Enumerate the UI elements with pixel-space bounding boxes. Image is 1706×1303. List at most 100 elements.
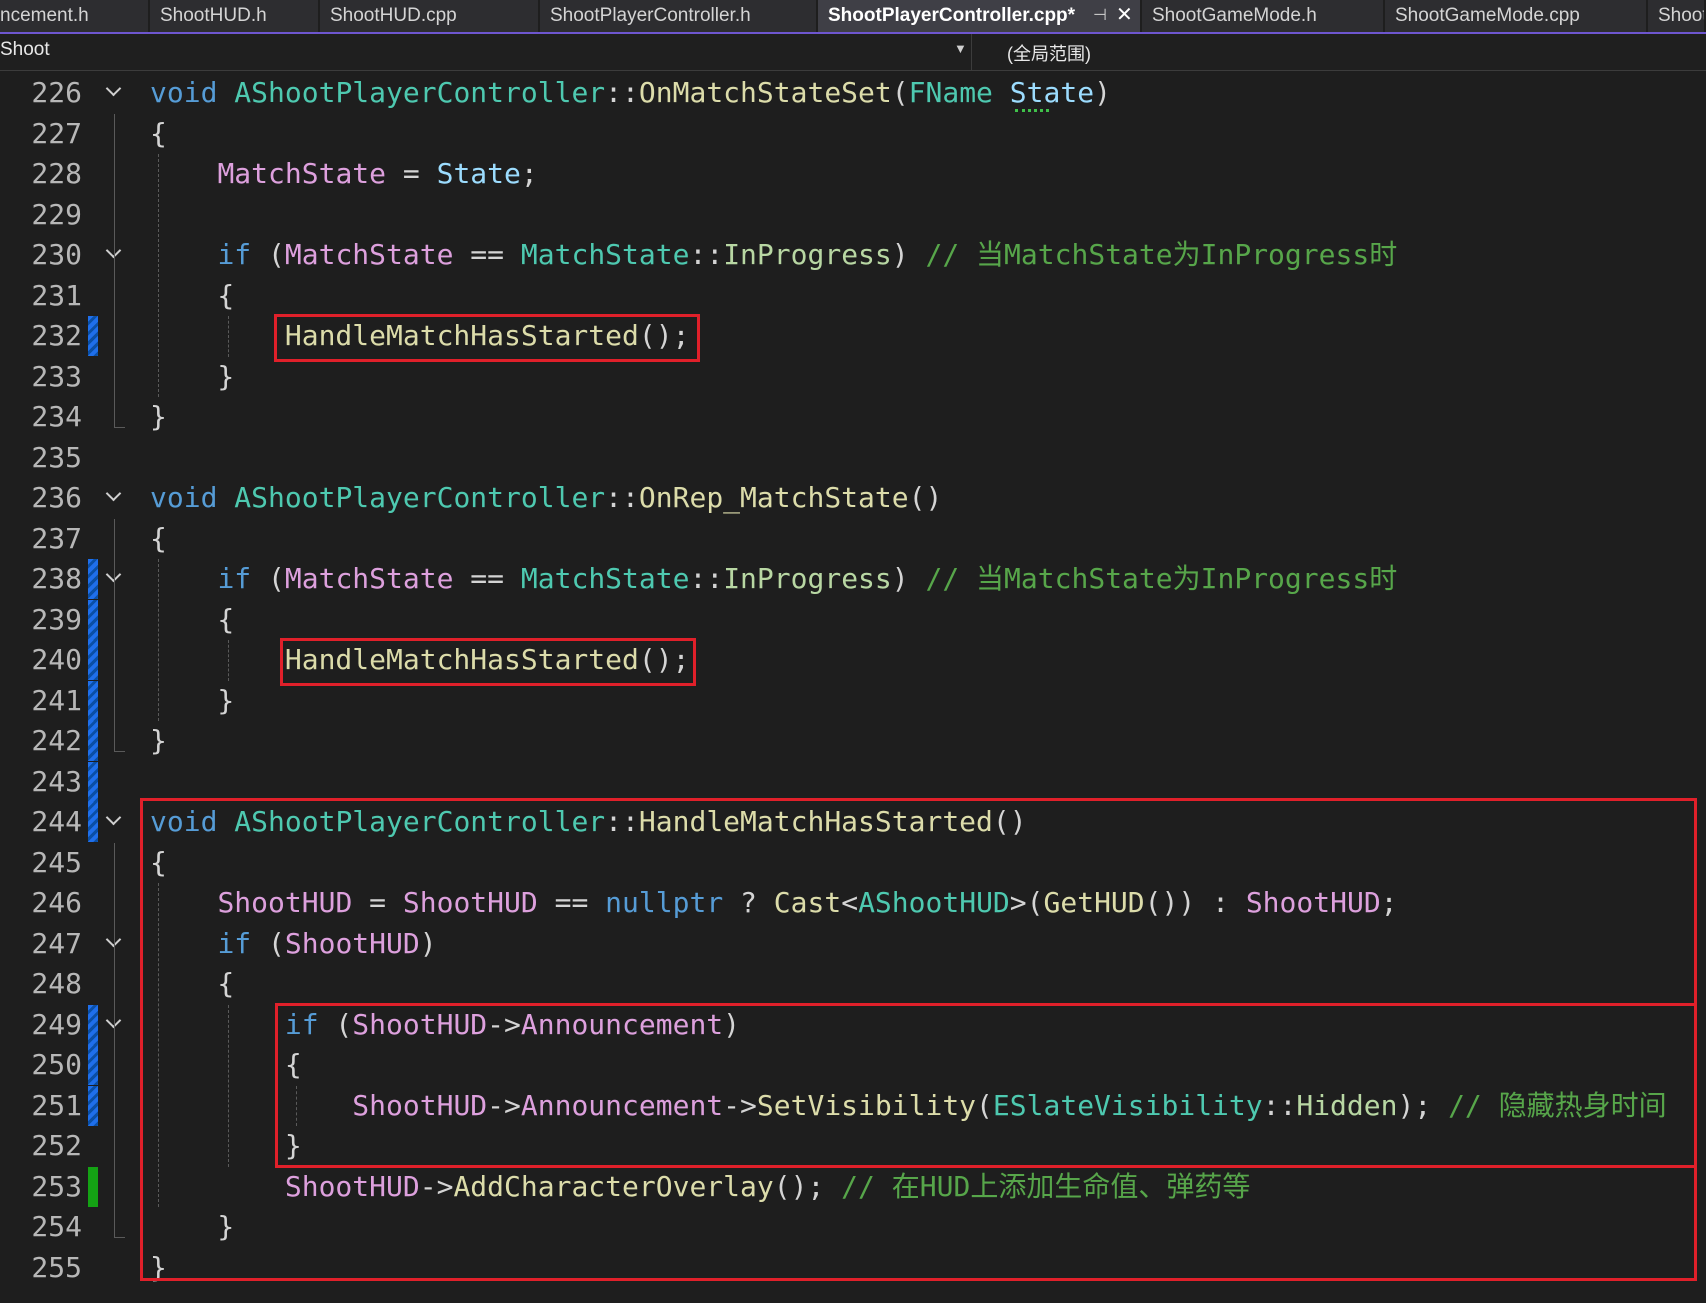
code-token: {	[150, 602, 235, 636]
code-line: 232 HandleMatchHasStarted();	[0, 316, 1706, 356]
code-token: ==	[453, 238, 521, 271]
line-number: 235	[31, 440, 82, 474]
saved-change-marker	[88, 802, 98, 842]
tab-ncement-h[interactable]: ncement.h	[0, 0, 150, 32]
code-token: void	[150, 76, 218, 109]
fold-chevron-icon[interactable]	[102, 485, 128, 511]
tab-shoot[interactable]: Shoot	[1648, 0, 1706, 32]
tab-shootgamemode-h[interactable]: ShootGameMode.h	[1142, 0, 1385, 32]
code-text: }	[150, 681, 234, 721]
fold-scope-line	[114, 842, 125, 1238]
highlight-box-line-240	[280, 638, 696, 686]
pin-icon[interactable]: ⊣	[1093, 0, 1107, 31]
saved-change-marker	[88, 680, 98, 721]
line-number: 241	[31, 683, 82, 717]
fold-chevron-icon[interactable]	[102, 809, 128, 835]
highlight-box-announcement-block	[275, 1002, 1697, 1168]
saved-change-marker	[88, 316, 98, 356]
line-number: 247	[31, 926, 82, 960]
code-token: OnMatchStateSet	[638, 76, 892, 109]
line-number: 249	[31, 1007, 82, 1041]
indent-guide	[158, 559, 159, 721]
code-token: {	[150, 278, 235, 312]
code-line: 227 {	[0, 114, 1706, 154]
code-token: AShootPlayerController	[234, 76, 606, 109]
tab-shootgamemode-cpp[interactable]: ShootGameMode.cpp	[1385, 0, 1648, 32]
code-token: OnRep_MatchState	[638, 481, 909, 514]
fold-scope-line	[114, 518, 125, 752]
saved-change-marker	[88, 640, 98, 680]
code-token: MatchState	[284, 562, 454, 595]
fold-chevron-icon[interactable]	[102, 80, 128, 106]
code-text: {	[150, 600, 234, 640]
code-token: MatchState	[284, 238, 454, 271]
code-token: InProgress	[723, 238, 892, 271]
code-line: 237 {	[0, 519, 1706, 559]
code-token: State	[1009, 76, 1095, 109]
code-text: void AShootPlayerController::OnMatchStat…	[150, 73, 1111, 113]
code-token: (	[891, 76, 909, 109]
line-number: 229	[31, 197, 82, 231]
code-token: =	[386, 157, 437, 190]
code-line: 231 {	[0, 276, 1706, 316]
code-line: 240 HandleMatchHasStarted();	[0, 640, 1706, 680]
indent-guide	[228, 640, 229, 681]
code-token: {	[150, 116, 167, 150]
saved-change-marker	[88, 1045, 98, 1085]
code-token: if	[217, 238, 252, 271]
code-token: (	[251, 238, 285, 271]
line-number: 255	[31, 1250, 82, 1284]
code-token: // 当MatchState为InProgress时	[925, 238, 1398, 271]
code-token: // 当MatchState为InProgress时	[925, 562, 1398, 595]
line-number: 228	[31, 157, 82, 190]
fold-scope-line	[114, 113, 125, 428]
saved-change-marker	[88, 1085, 98, 1126]
code-token: ::	[605, 481, 639, 514]
code-line: 238 if (MatchState == MatchState::InProg…	[0, 559, 1706, 599]
code-token: ==	[453, 562, 521, 595]
line-number: 251	[31, 1088, 82, 1122]
code-line: 243	[0, 761, 1706, 802]
project-dropdown[interactable]: Shoot ▼	[0, 34, 972, 70]
code-token: MatchState	[520, 562, 690, 595]
navigation-bar: Shoot ▼ (全局范围)	[0, 34, 1706, 71]
tab-shootplayercontroller-cpp[interactable]: ShootPlayerController.cpp* ⊣ ✕	[818, 0, 1142, 32]
code-text: {	[150, 276, 234, 316]
code-editor[interactable]: 225 226void AShootPlayerController::OnMa…	[0, 70, 1706, 1303]
close-icon[interactable]: ✕	[1116, 0, 1133, 31]
scope-dropdown[interactable]: (全局范围)	[973, 34, 1706, 70]
code-text: {	[150, 114, 167, 154]
tab-label: ShootHUD.cpp	[330, 5, 457, 26]
code-line: 230 if (MatchState == MatchState::InProg…	[0, 235, 1706, 275]
tab-shootplayercontroller-h[interactable]: ShootPlayerController.h	[540, 0, 818, 32]
code-text: MatchState = State;	[150, 154, 538, 194]
editor-tab-strip: ncement.h ShootHUD.h ShootHUD.cpp ShootPlay…	[0, 0, 1706, 34]
tab-shoothud-cpp[interactable]: ShootHUD.cpp	[320, 0, 540, 32]
code-line: 235	[0, 438, 1706, 478]
saved-change-marker	[88, 599, 98, 640]
code-token: ;	[520, 157, 538, 190]
code-token: ::	[689, 562, 724, 595]
code-token: )	[1094, 76, 1111, 109]
line-number: 248	[31, 967, 82, 1000]
saved-change-marker	[88, 1004, 98, 1045]
code-text: if (MatchState == MatchState::InProgress…	[150, 235, 1397, 275]
code-text: if (MatchState == MatchState::InProgress…	[150, 559, 1397, 599]
tab-label: ShootGameMode.cpp	[1395, 5, 1580, 26]
line-number: 242	[31, 724, 82, 757]
tab-shoothud-h[interactable]: ShootHUD.h	[150, 0, 320, 32]
line-number: 227	[31, 116, 82, 150]
code-token: AShootPlayerController	[234, 481, 606, 514]
line-number: 246	[31, 886, 82, 919]
line-number: 250	[31, 1048, 82, 1081]
unsaved-change-marker	[88, 1166, 98, 1207]
code-token: }	[150, 359, 235, 393]
code-text: }	[150, 721, 167, 761]
parameter-hint-squiggle	[1015, 109, 1049, 112]
code-line: 236 void AShootPlayerController::OnRep_Ma…	[0, 478, 1706, 518]
